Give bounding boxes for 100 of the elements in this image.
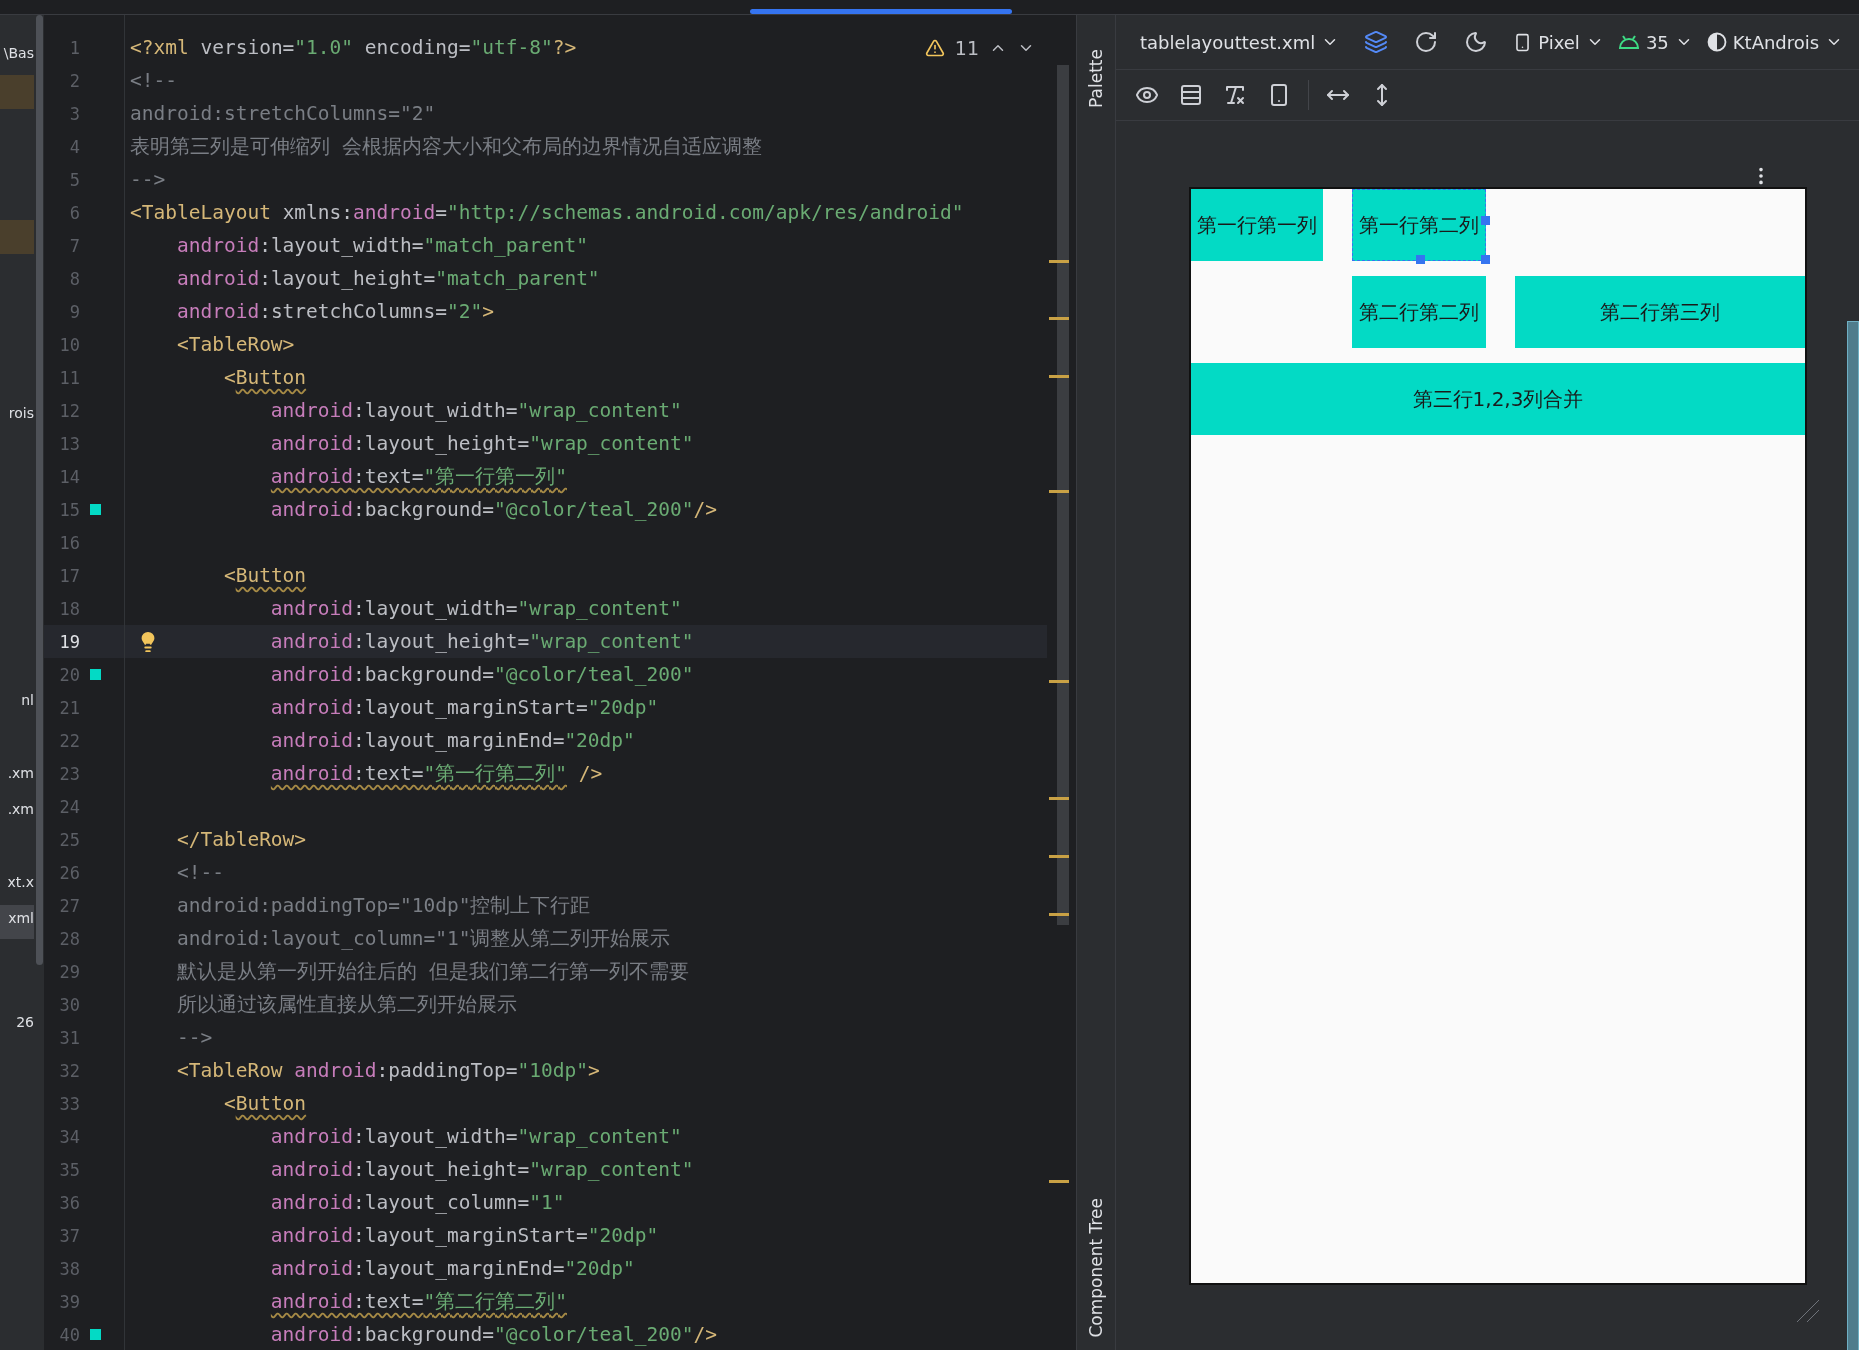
code-token: android <box>270 1191 354 1214</box>
code-token: android <box>270 1290 354 1313</box>
scrollbar[interactable] <box>1057 65 1069 925</box>
side-tab[interactable]: Component Tree <box>1086 1194 1106 1342</box>
code-token: :background= <box>353 498 494 521</box>
code-token: android <box>270 1257 354 1280</box>
code-token: :layout_marginEnd= <box>353 729 565 752</box>
code-token: :layout_width= <box>353 399 518 422</box>
code-token: encoding= <box>364 36 471 59</box>
code-token: :text= <box>353 762 424 785</box>
side-tab[interactable]: Palette <box>1086 45 1106 112</box>
line-number: 27 <box>58 895 80 916</box>
file-name[interactable]: nl <box>21 690 34 710</box>
warning-marker[interactable] <box>1049 855 1069 858</box>
line-number: 30 <box>58 994 80 1015</box>
line-number: 2 <box>68 70 80 91</box>
line-number: 17 <box>58 565 80 586</box>
code-token: android <box>270 729 354 752</box>
warning-marker[interactable] <box>1049 680 1069 683</box>
warning-marker[interactable] <box>1049 317 1069 320</box>
line-number: 14 <box>58 466 80 487</box>
line-number: 36 <box>58 1192 80 1213</box>
file-name[interactable]: xml <box>8 908 34 928</box>
selection-highlight <box>0 75 34 109</box>
line-number: 23 <box>58 763 80 784</box>
line-number: 5 <box>68 169 80 190</box>
code-token: < <box>223 1092 236 1115</box>
code-token: android <box>270 1224 354 1247</box>
code-token: "20dp" <box>564 729 635 752</box>
warning-icon[interactable] <box>924 38 945 58</box>
code-token: /> <box>693 1323 717 1346</box>
preview-button[interactable]: 第二行第三列 <box>1515 276 1805 348</box>
code-token: "wrap_content" <box>529 630 694 653</box>
line-number: 19 <box>58 631 80 652</box>
file-dropdown[interactable]: tablelayouttest.xml <box>1138 27 1342 57</box>
code-token: :layout_height= <box>353 1158 530 1181</box>
device-dropdown[interactable]: Pixel <box>1511 27 1606 57</box>
code-token: "utf-8" <box>470 36 553 59</box>
theme-dropdown[interactable]: KtAndrois <box>1704 27 1846 57</box>
code-token: :layout_marginStart= <box>353 696 588 719</box>
preview-button[interactable]: 第一行第一列 <box>1191 189 1323 261</box>
code-token: android <box>270 1323 354 1346</box>
line-number: 37 <box>58 1225 80 1246</box>
code-token: "2" <box>447 300 483 323</box>
code-token: android <box>353 201 436 224</box>
line-number: 32 <box>58 1060 80 1081</box>
line-number: 20 <box>58 664 80 685</box>
code-token: <TableRow> <box>176 333 295 356</box>
warning-marker[interactable] <box>1049 375 1069 378</box>
code-token: < <box>223 366 236 389</box>
code-token: "wrap_content" <box>517 1125 682 1148</box>
resize-grip-icon[interactable] <box>1795 1298 1821 1324</box>
code-token: :background= <box>353 1323 494 1346</box>
code-comment: 表明第三列是可伸缩列 会根据内容大小和父布局的边界情况自适应调整 <box>130 134 762 160</box>
code-token: android <box>270 696 354 719</box>
code-token: "match_parent" <box>435 267 600 290</box>
file-name[interactable]: .xm <box>7 799 34 819</box>
code-comment: <!-- <box>176 861 224 884</box>
code-token: xmlns: <box>282 201 354 224</box>
file-name[interactable]: .xm <box>7 763 34 783</box>
line-number: 24 <box>58 796 80 817</box>
line-number: 22 <box>58 730 80 751</box>
file-name[interactable]: \Bas <box>3 43 34 63</box>
code-comment: 所以通过该属性直接从第二列开始展示 <box>176 992 517 1018</box>
scrollbar[interactable] <box>36 15 43 965</box>
code-token: Button <box>235 366 307 389</box>
line-number: 26 <box>58 862 80 883</box>
warning-marker[interactable] <box>1049 1180 1069 1183</box>
code-token: android <box>270 465 354 488</box>
line-number: 3 <box>68 103 80 124</box>
preview-button[interactable]: 第二行第二列 <box>1352 276 1486 348</box>
code-comment: 默认是从第一列开始往后的 但是我们第二行第一列不需要 <box>176 959 689 985</box>
warning-marker[interactable] <box>1049 797 1069 800</box>
file-name[interactable]: rois <box>8 403 34 423</box>
file-name[interactable]: xt.x <box>7 872 34 892</box>
line-number: 8 <box>68 268 80 289</box>
api-dropdown[interactable]: 35 <box>1615 27 1695 57</box>
line-number: 21 <box>58 697 80 718</box>
code-token: android <box>176 300 260 323</box>
code-token: Button <box>235 1092 307 1115</box>
code-token: android <box>176 267 260 290</box>
warning-marker[interactable] <box>1049 490 1069 493</box>
code-token: :layout_width= <box>259 234 424 257</box>
line-number: 39 <box>58 1291 80 1312</box>
line-number: 38 <box>58 1258 80 1279</box>
warning-count[interactable]: 11 <box>954 37 979 59</box>
code-token: > <box>482 300 494 323</box>
code-token: "@color/teal_200" <box>493 498 694 521</box>
line-number: 40 <box>58 1324 80 1345</box>
warning-marker[interactable] <box>1049 913 1069 916</box>
preview-button[interactable]: 第三行1,2,3列合并 <box>1191 363 1805 435</box>
selection-highlight <box>0 220 34 254</box>
code-token: :background= <box>353 663 494 686</box>
code-token: "wrap_content" <box>517 597 682 620</box>
code-token: :layout_height= <box>353 432 530 455</box>
file-name[interactable]: 26 <box>16 1012 34 1032</box>
code-token: "1.0" <box>294 36 354 59</box>
selection-highlight <box>0 905 34 939</box>
code-token: > <box>587 1059 600 1082</box>
warning-marker[interactable] <box>1049 260 1069 263</box>
